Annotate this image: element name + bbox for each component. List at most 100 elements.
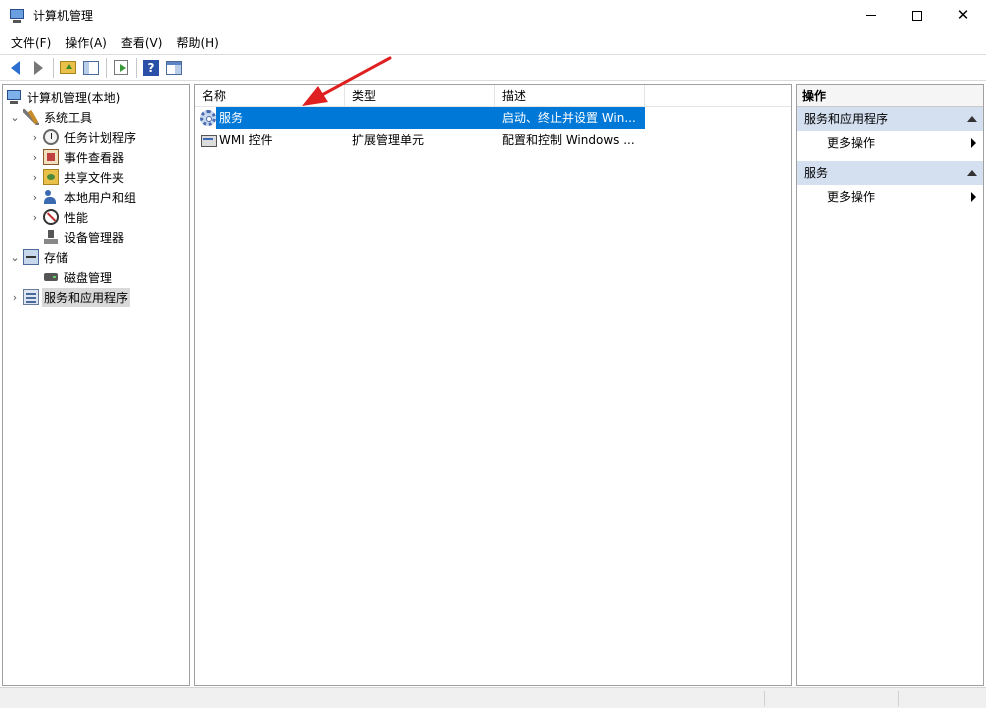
chevron-right-icon[interactable]: › bbox=[27, 171, 43, 184]
chevron-right-icon[interactable]: › bbox=[27, 211, 43, 224]
services-apps-icon bbox=[23, 289, 39, 305]
help-button[interactable]: ? bbox=[140, 57, 162, 79]
tree-item-label: 设备管理器 bbox=[64, 230, 125, 245]
device-manager-icon bbox=[43, 229, 59, 245]
tree-item-root[interactable]: 计算机管理(本地) bbox=[3, 87, 189, 107]
computer-management-icon bbox=[9, 8, 25, 24]
more-actions-item[interactable]: 更多操作 bbox=[797, 131, 983, 155]
list-item-name: WMI 控件 bbox=[219, 133, 273, 147]
list-item-services[interactable]: 服务 启动、终止并设置 Win... bbox=[195, 107, 791, 129]
close-button[interactable]: ✕ bbox=[940, 0, 986, 31]
gear-icon bbox=[200, 110, 216, 126]
actions-header: 操作 bbox=[797, 85, 983, 107]
action-pane-icon bbox=[166, 60, 182, 75]
forward-button[interactable] bbox=[27, 57, 49, 79]
users-icon bbox=[43, 189, 59, 205]
tree-item-label: 计算机管理(本地) bbox=[27, 90, 121, 105]
tree-item-label: 事件查看器 bbox=[64, 150, 125, 165]
toolbar-separator bbox=[136, 57, 137, 78]
show-tree-icon bbox=[83, 60, 99, 75]
tree-item-label: 系统工具 bbox=[44, 110, 93, 125]
tree-item-disk-management[interactable]: 磁盘管理 bbox=[3, 267, 189, 287]
collapse-caret-icon[interactable] bbox=[967, 170, 977, 176]
submenu-arrow-icon bbox=[971, 138, 976, 148]
menu-help[interactable]: 帮助(H) bbox=[169, 33, 225, 53]
tree-item-event-viewer[interactable]: › 事件查看器 bbox=[3, 147, 189, 167]
tree-item-label: 任务计划程序 bbox=[64, 130, 137, 145]
computer-icon bbox=[6, 89, 22, 105]
results-pane: 名称 类型 描述 服务 启动、终止并设置 Win... WMI 控件 扩展管理单… bbox=[194, 84, 792, 686]
help-icon: ? bbox=[143, 59, 159, 76]
minimize-button[interactable] bbox=[848, 0, 894, 31]
status-bar-divider bbox=[764, 691, 765, 706]
more-actions-label: 更多操作 bbox=[827, 136, 876, 150]
chevron-right-icon[interactable]: › bbox=[7, 291, 23, 304]
show-hide-tree-button[interactable] bbox=[80, 57, 102, 79]
wmi-icon bbox=[200, 132, 217, 148]
export-list-button[interactable] bbox=[110, 57, 132, 79]
menu-bar: 文件(F) 操作(A) 查看(V) 帮助(H) bbox=[0, 31, 986, 54]
menu-view[interactable]: 查看(V) bbox=[114, 33, 170, 53]
tree-item-label: 共享文件夹 bbox=[64, 170, 125, 185]
actions-pane: 操作 服务和应用程序 更多操作 服务 更多操作 bbox=[796, 84, 984, 686]
tree-item-label: 性能 bbox=[64, 210, 89, 225]
up-one-level-button[interactable] bbox=[57, 57, 79, 79]
event-viewer-icon bbox=[43, 149, 59, 165]
tree-item-task-scheduler[interactable]: › 任务计划程序 bbox=[3, 127, 189, 147]
forward-icon bbox=[33, 60, 43, 75]
tree-item-label: 服务和应用程序 bbox=[42, 287, 131, 307]
action-group-title: 服务和应用程序 bbox=[804, 112, 889, 126]
maximize-button[interactable] bbox=[894, 0, 940, 31]
list-cell-type: 扩展管理单元 bbox=[352, 133, 425, 147]
list-header: 名称 类型 描述 bbox=[195, 85, 791, 107]
toolbar-separator bbox=[53, 57, 54, 78]
action-group-services[interactable]: 服务 bbox=[797, 161, 983, 185]
list-cell-name: WMI 控件 bbox=[195, 129, 345, 151]
console-tree: 计算机管理(本地) ⌄ 系统工具 › 任务计划程序 › 事件查看器 › 共享文件… bbox=[3, 85, 189, 307]
back-icon bbox=[10, 60, 20, 75]
chevron-right-icon[interactable]: › bbox=[27, 131, 43, 144]
menu-action[interactable]: 操作(A) bbox=[58, 33, 114, 53]
tree-item-local-users[interactable]: › 本地用户和组 bbox=[3, 187, 189, 207]
clock-icon bbox=[43, 129, 59, 145]
chevron-down-icon[interactable]: ⌄ bbox=[7, 111, 23, 124]
status-bar-divider bbox=[898, 691, 899, 706]
list-item-wmi-control[interactable]: WMI 控件 扩展管理单元 配置和控制 Windows ... bbox=[195, 129, 791, 151]
tools-icon bbox=[23, 109, 39, 125]
chevron-right-icon[interactable]: › bbox=[27, 191, 43, 204]
window-title: 计算机管理 bbox=[33, 9, 94, 23]
tree-item-system-tools[interactable]: ⌄ 系统工具 bbox=[3, 107, 189, 127]
action-group-services-apps[interactable]: 服务和应用程序 bbox=[797, 107, 983, 131]
list-cell-description: 配置和控制 Windows ... bbox=[502, 133, 635, 147]
more-actions-item[interactable]: 更多操作 bbox=[797, 185, 983, 209]
chevron-right-icon[interactable]: › bbox=[27, 151, 43, 164]
tree-item-device-manager[interactable]: 设备管理器 bbox=[3, 227, 189, 247]
show-action-pane-button[interactable] bbox=[163, 57, 185, 79]
storage-icon bbox=[23, 249, 39, 265]
toolbar: ? bbox=[0, 54, 986, 81]
export-list-icon bbox=[114, 60, 128, 75]
console-tree-pane: 计算机管理(本地) ⌄ 系统工具 › 任务计划程序 › 事件查看器 › 共享文件… bbox=[2, 84, 190, 686]
submenu-arrow-icon bbox=[971, 192, 976, 202]
tree-item-services-apps[interactable]: › 服务和应用程序 bbox=[3, 287, 189, 307]
title-bar: 计算机管理 bbox=[0, 0, 986, 31]
minimize-icon bbox=[866, 15, 876, 16]
more-actions-label: 更多操作 bbox=[827, 190, 876, 204]
tree-item-storage[interactable]: ⌄ 存储 bbox=[3, 247, 189, 267]
action-group-title: 服务 bbox=[804, 166, 829, 180]
performance-icon bbox=[43, 209, 59, 225]
tree-item-shared-folders[interactable]: › 共享文件夹 bbox=[3, 167, 189, 187]
tree-item-performance[interactable]: › 性能 bbox=[3, 207, 189, 227]
column-header-description[interactable]: 描述 bbox=[495, 85, 645, 107]
menu-file[interactable]: 文件(F) bbox=[4, 33, 58, 53]
list-cell-description: 启动、终止并设置 Win... bbox=[495, 107, 645, 129]
status-bar bbox=[0, 687, 986, 708]
chevron-down-icon[interactable]: ⌄ bbox=[7, 251, 23, 264]
shared-folder-icon bbox=[43, 169, 59, 185]
annotation-arrow-icon bbox=[302, 56, 392, 106]
close-icon: ✕ bbox=[956, 6, 970, 24]
tree-item-label: 存储 bbox=[44, 250, 69, 265]
collapse-caret-icon[interactable] bbox=[967, 116, 977, 122]
maximize-icon bbox=[912, 10, 922, 21]
back-button[interactable] bbox=[4, 57, 26, 79]
